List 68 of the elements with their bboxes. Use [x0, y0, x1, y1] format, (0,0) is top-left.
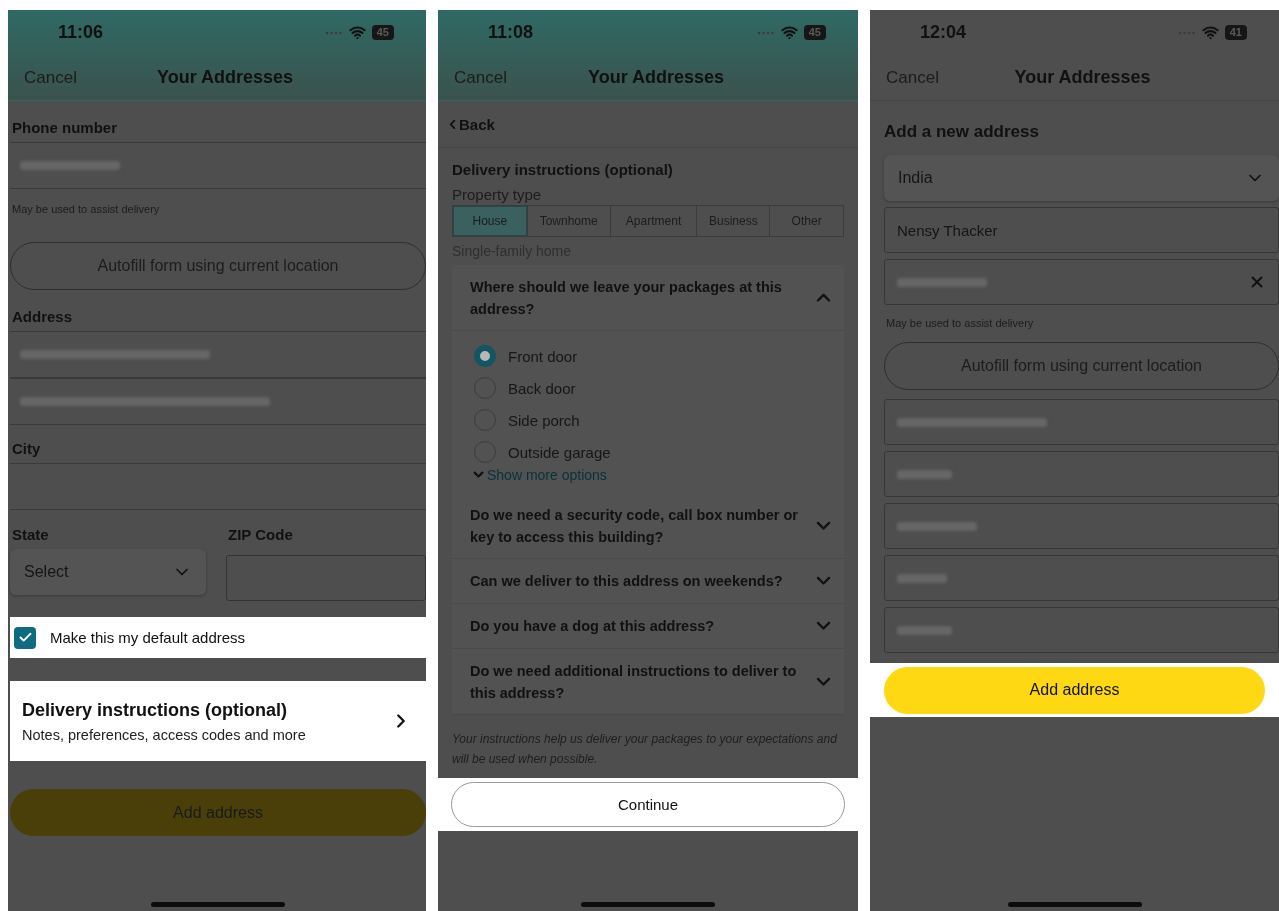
row-title: Delivery instructions (optional) — [22, 699, 289, 721]
input-field[interactable] — [884, 607, 1279, 653]
cancel-link[interactable]: Cancel — [454, 67, 588, 88]
input-field[interactable] — [226, 555, 426, 601]
signal-icon — [324, 30, 343, 35]
wifi-icon — [780, 24, 798, 41]
question-header[interactable]: Do we need additional instructions to deliver to this address? — [452, 649, 844, 715]
chevron-down-icon — [817, 677, 830, 686]
input-field[interactable] — [884, 451, 1279, 497]
input-field[interactable] — [10, 463, 426, 510]
input-field[interactable] — [884, 399, 1279, 445]
back-link[interactable]: Back — [450, 115, 495, 133]
input-field[interactable] — [10, 378, 426, 425]
status-time: 11:06 — [58, 22, 104, 43]
continue-button[interactable]: Continue — [451, 782, 845, 827]
chevron-down-icon — [817, 521, 830, 530]
input-field[interactable]: Nensy Thacker — [884, 207, 1279, 253]
chevron-down-icon — [817, 622, 830, 630]
country-select[interactable]: India — [884, 155, 1279, 201]
input-field[interactable] — [10, 142, 426, 189]
field-label: Phone number — [12, 119, 118, 136]
section-title: Add a new address — [884, 122, 1040, 142]
question-header[interactable]: Can we deliver to this address on weekends? — [452, 559, 844, 604]
add-address-button[interactable]: Add address — [884, 666, 1265, 714]
battery-level: 45 — [371, 25, 394, 40]
input-field[interactable] — [884, 259, 1279, 305]
status-time: 11:08 — [488, 22, 534, 43]
input-field[interactable] — [884, 503, 1279, 549]
wifi-icon — [348, 24, 366, 41]
battery-level: 41 — [1224, 25, 1247, 40]
delivery-instructions-row[interactable]: Delivery instructions (optional) Notes, preferences, access codes and more — [10, 681, 426, 761]
cancel-link[interactable]: Cancel — [24, 67, 157, 88]
checkbox[interactable] — [14, 626, 36, 649]
state-select[interactable]: Select — [10, 549, 206, 595]
field-label: Address — [12, 308, 74, 325]
screen-title: Your Addresses — [156, 67, 293, 88]
property-type-tab[interactable]: House — [453, 206, 527, 236]
chevron-left-icon — [450, 119, 455, 129]
input-field[interactable] — [10, 331, 426, 378]
screen-title: Your Addresses — [1014, 67, 1151, 88]
radio-option[interactable]: Front door — [474, 345, 826, 367]
section-title: Delivery instructions (optional) — [452, 161, 674, 178]
input-field[interactable] — [884, 555, 1279, 601]
field-label: City — [12, 440, 42, 457]
question-header[interactable]: Do you have a dog at this address? — [452, 604, 844, 649]
radio-option[interactable]: Outside garage — [474, 441, 826, 463]
signal-icon — [756, 30, 775, 35]
chevron-down-icon — [474, 472, 483, 478]
blurred-text — [897, 625, 952, 635]
field-label: State — [12, 526, 50, 543]
chevron-down-icon — [817, 577, 830, 585]
question-header[interactable]: Where should we leave your packages at this address? — [452, 265, 844, 331]
chevron-up-icon — [817, 293, 830, 302]
wifi-icon — [1201, 24, 1219, 41]
screen-title: Your Addresses — [587, 67, 724, 88]
show-more-link[interactable]: Show more options — [487, 467, 607, 483]
checkbox-label: Make this my default address — [50, 629, 246, 646]
check-icon — [17, 630, 33, 645]
blurred-text — [897, 573, 947, 583]
blurred-text — [897, 469, 952, 479]
radio-option[interactable]: Side porch — [474, 409, 826, 431]
row-subtitle: Notes, preferences, access codes and more — [22, 726, 306, 743]
status-time: 12:04 — [920, 22, 967, 43]
radio-option[interactable]: Back door — [474, 377, 826, 399]
field-label: ZIP Code — [228, 526, 294, 543]
battery-level: 45 — [803, 25, 826, 40]
question-header[interactable]: Do we need a security code, call box number or key to access this building? — [452, 493, 844, 559]
radio-button[interactable] — [474, 345, 496, 367]
